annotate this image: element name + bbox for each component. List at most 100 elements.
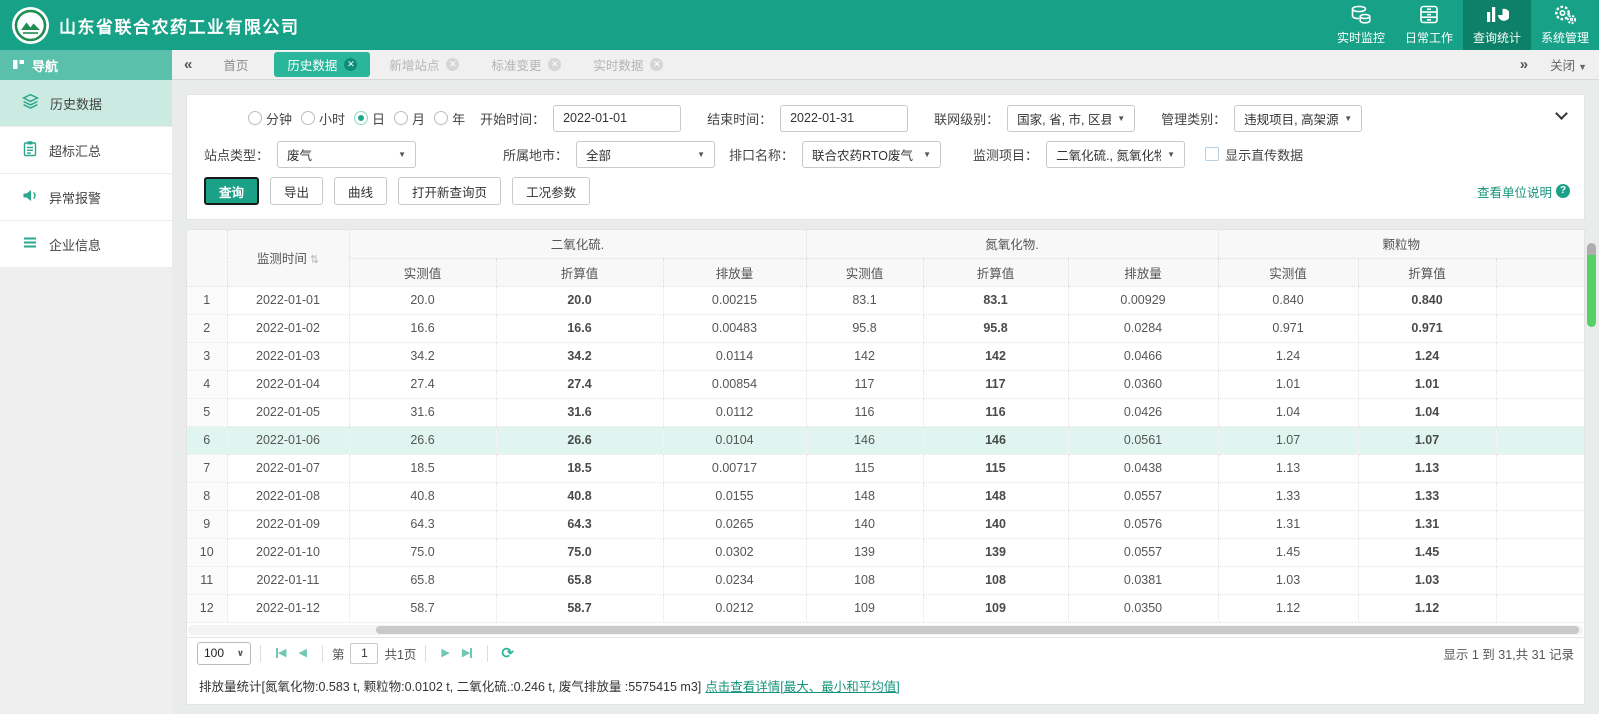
tabs-scroll-left-icon[interactable]: « <box>184 57 192 72</box>
monitor-date-cell: 2022-01-09 <box>227 510 350 539</box>
table-row[interactable]: 11 2022-01-11 65.8 65.8 0.0234 108 108 0.0381 1.… <box>187 566 1584 595</box>
row-number-cell: 9 <box>187 510 228 539</box>
tab-new-station[interactable]: 新增站点 ✕ <box>376 52 472 77</box>
radio-year[interactable]: 年 <box>434 109 465 128</box>
scrollbar-thumb[interactable] <box>1587 255 1596 327</box>
table-row[interactable]: 8 2022-01-08 40.8 40.8 0.0155 148 148 0.0557 1.3… <box>187 482 1584 511</box>
row-number-header <box>187 230 228 287</box>
app-window: 山东省联合农药工业有限公司 实时监控 日常工作 查询统计 系统管理 导航 历史数… <box>0 0 1599 714</box>
clipboard-icon <box>22 140 38 160</box>
empty-cell <box>1496 426 1584 455</box>
tab-standard-change[interactable]: 标准变更 ✕ <box>478 52 574 77</box>
nav-query-stats[interactable]: 查询统计 <box>1463 0 1531 50</box>
sidebar-item-history-data[interactable]: 历史数据 <box>0 80 172 127</box>
page-number-input[interactable] <box>350 642 379 664</box>
value-cell: 0.0381 <box>1068 566 1219 595</box>
close-icon[interactable]: ✕ <box>344 58 358 71</box>
value-cell: 1.13 <box>1218 454 1359 483</box>
table-row[interactable]: 5 2022-01-05 31.6 31.6 0.0112 116 116 0.0426 1.0… <box>187 398 1584 427</box>
value-cell: 109 <box>923 594 1069 623</box>
tab-home[interactable]: 首页 <box>210 52 268 77</box>
outlet-select[interactable]: 联合农药RTO废气 ▼ <box>802 140 942 168</box>
table-row[interactable]: 4 2022-01-04 27.4 27.4 0.00854 117 117 0.0360 1.… <box>187 370 1584 399</box>
horizontal-scrollbar[interactable] <box>188 624 1583 635</box>
radio-hour[interactable]: 小时 <box>301 109 345 128</box>
sidebar-item-company-info[interactable]: 企业信息 <box>0 221 172 268</box>
records-summary: 显示 1 到 31,共 31 记录 <box>1443 647 1574 662</box>
nav-daily-work[interactable]: 日常工作 <box>1395 0 1463 50</box>
end-time-input[interactable] <box>780 104 909 132</box>
value-cell: 1.01 <box>1218 370 1359 399</box>
pager-first-button[interactable]: ◀ <box>276 647 286 659</box>
detail-link[interactable]: 点击查看详情[最大、最小和平均值] <box>705 680 899 694</box>
sidebar-item-exceed-summary[interactable]: 超标汇总 <box>0 127 172 174</box>
open-new-query-button[interactable]: 打开新查询页 <box>398 177 502 205</box>
nav-realtime-monitor[interactable]: 实时监控 <box>1327 0 1395 50</box>
direct-data-checkbox[interactable]: 显示直传数据 <box>1205 145 1303 164</box>
nav-label: 日常工作 <box>1404 31 1453 45</box>
condition-params-button[interactable]: 工况参数 <box>512 177 591 205</box>
pager-next-button[interactable]: ▶ <box>441 647 449 659</box>
table-row[interactable]: 12 2022-01-12 58.7 58.7 0.0212 109 109 0.0350 1.… <box>187 594 1584 623</box>
tab-bar: « 首页 历史数据 ✕ 新增站点 ✕ 标准变更 ✕ 实时数据 ✕ » 关闭 ▼ <box>172 50 1599 80</box>
value-cell: 26.6 <box>349 426 497 455</box>
unit-description-link[interactable]: 查看单位说明 ? <box>1477 182 1570 201</box>
value-cell: 139 <box>923 538 1069 567</box>
refresh-icon[interactable]: ⟳ <box>501 644 514 662</box>
row-number-cell: 10 <box>187 538 228 567</box>
radio-minute[interactable]: 分钟 <box>248 109 292 128</box>
radio-icon <box>434 111 449 125</box>
start-time-input[interactable] <box>553 104 682 132</box>
close-icon[interactable]: ✕ <box>650 58 664 71</box>
export-button[interactable]: 导出 <box>270 177 324 205</box>
manage-type-select[interactable]: 违规项目, 高架源, 重点排▼ <box>1234 104 1363 132</box>
network-level-label: 联网级别： <box>934 111 1000 127</box>
radio-month[interactable]: 月 <box>394 109 425 128</box>
page-size-select[interactable]: 100 ∨ <box>197 641 251 665</box>
nav-system-manage[interactable]: 系统管理 <box>1531 0 1599 50</box>
table-row[interactable]: 10 2022-01-10 75.0 75.0 0.0302 139 139 0.0557 1.… <box>187 538 1584 567</box>
tab-realtime-data[interactable]: 实时数据 ✕ <box>580 52 676 77</box>
row-number-cell: 7 <box>187 454 228 483</box>
query-button[interactable]: 查询 <box>204 177 260 205</box>
pager-last-button[interactable]: ▶ <box>462 647 473 659</box>
value-cell: 0.0234 <box>663 566 807 595</box>
chevron-down-icon: ▼ <box>1117 113 1126 123</box>
sidebar-item-abnormal-alarm[interactable]: 异常报警 <box>0 174 172 221</box>
sidebar-item-label: 企业信息 <box>49 237 102 253</box>
value-cell: 0.0466 <box>1068 342 1219 371</box>
chevron-down-icon: ▼ <box>398 149 407 159</box>
station-type-select[interactable]: 废气 ▼ <box>277 140 417 168</box>
pager-prev-button[interactable]: ◀ <box>298 647 306 659</box>
database-icon <box>1349 4 1373 26</box>
monitor-items-select[interactable]: 二氧化硫., 氮氧化物., 颗粒▼ <box>1046 140 1186 168</box>
radio-day[interactable]: 日 <box>354 109 385 128</box>
company-logo-icon <box>12 6 49 44</box>
close-icon[interactable]: ✕ <box>548 58 562 71</box>
tabs-scroll-right-icon[interactable]: » <box>1520 57 1528 72</box>
filter-row-1: 分钟 小时 日 月 年 开始时间： 结束时间： <box>201 100 1570 136</box>
vertical-scrollbar[interactable] <box>1587 50 1597 714</box>
table-row[interactable]: 7 2022-01-07 18.5 18.5 0.00717 115 115 0.0438 1.… <box>187 454 1584 483</box>
filter-panel: 分钟 小时 日 月 年 开始时间： 结束时间： <box>186 94 1585 220</box>
scrollbar-thumb[interactable] <box>376 625 1579 634</box>
value-cell: 0.0576 <box>1068 510 1219 539</box>
table-row[interactable]: 2 2022-01-02 16.6 16.6 0.00483 95.8 95.8 0.0284… <box>187 314 1584 343</box>
curve-button[interactable]: 曲线 <box>334 177 388 205</box>
monitor-time-header[interactable]: 监测时间 ⇅ <box>227 230 350 287</box>
table-row[interactable]: 1 2022-01-01 20.0 20.0 0.00215 83.1 83.1 0.0092… <box>187 286 1584 315</box>
city-label: 所属地市： <box>503 147 569 163</box>
city-select[interactable]: 全部 ▼ <box>576 140 716 168</box>
sort-icon[interactable]: ⇅ <box>310 254 319 266</box>
table-row[interactable]: 3 2022-01-03 34.2 34.2 0.0114 142 142 0.0466 1.2… <box>187 342 1584 371</box>
empty-cell <box>1496 566 1584 595</box>
close-icon[interactable]: ✕ <box>446 58 460 71</box>
row-number-cell: 5 <box>187 398 228 427</box>
table-row[interactable]: 6 2022-01-06 26.6 26.6 0.0104 146 146 0.0561 1.0… <box>187 426 1584 455</box>
tab-history-data[interactable]: 历史数据 ✕ <box>274 52 371 77</box>
col-header: 折算值 <box>1358 258 1497 287</box>
empty-cell <box>1496 314 1584 343</box>
network-level-select[interactable]: 国家, 省, 市, 区县 ▼ <box>1007 104 1136 132</box>
table-row[interactable]: 9 2022-01-09 64.3 64.3 0.0265 140 140 0.0576 1.3… <box>187 510 1584 539</box>
close-tabs-dropdown[interactable]: 关闭 ▼ <box>1550 55 1587 74</box>
